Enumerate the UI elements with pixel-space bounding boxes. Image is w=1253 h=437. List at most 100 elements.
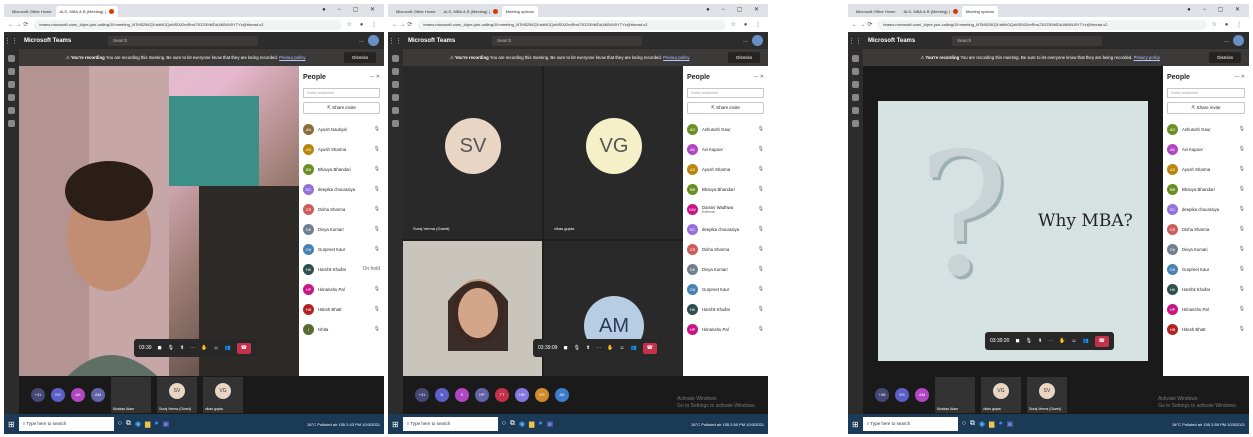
strip-avatar[interactable]: KS bbox=[535, 388, 549, 402]
address-bar[interactable]: teams.microsoft.com/_#/pre-join-calling/… bbox=[417, 19, 726, 30]
leave-button[interactable]: ☎ bbox=[236, 342, 251, 354]
participant-row[interactable]: DC deepika chourasiya 🎙 bbox=[1167, 199, 1245, 219]
search-input[interactable]: Search bbox=[952, 35, 1102, 46]
participant-row[interactable]: BB Bhavya Bhandari 🎙 bbox=[1167, 179, 1245, 199]
browser-tab-active[interactable]: ALS- MBA & B (Meeting) | bbox=[55, 6, 118, 17]
participant-row[interactable]: GK Gurpreet Kaur 🎙 bbox=[303, 239, 380, 259]
close-icon[interactable]: — ✕ bbox=[753, 74, 764, 80]
dismiss-button[interactable]: Dismiss bbox=[728, 52, 760, 63]
participant-row[interactable]: AS Ayush Sharma 🎙 bbox=[303, 139, 380, 159]
reactions-icon[interactable]: ☺ bbox=[619, 345, 624, 351]
strip-thumbnail[interactable]: SV Suraj Verma (Guest) bbox=[1027, 377, 1067, 413]
strip-thumbnail[interactable]: Muskan Alam bbox=[935, 377, 975, 413]
participant-row[interactable]: HP Himanshu Pal 🎙 bbox=[687, 319, 764, 339]
calendar-icon[interactable] bbox=[8, 94, 15, 101]
leave-button[interactable]: ☎ bbox=[1094, 335, 1109, 347]
close-icon[interactable]: — ✕ bbox=[1234, 74, 1245, 80]
participant-row[interactable]: DK Divya Kumari 🎙 bbox=[687, 259, 764, 279]
system-tray[interactable]: 34°C Polluted air 155 2:55 PM 10/3/2021 bbox=[1172, 422, 1249, 427]
taskbar-search[interactable]: ⌕ Type here to search bbox=[862, 417, 958, 431]
share-invite-button[interactable]: ⇱ Share invite bbox=[303, 102, 380, 114]
raise-hand-icon[interactable]: ✋ bbox=[1059, 338, 1065, 344]
calls-icon[interactable] bbox=[852, 107, 859, 114]
participant-row[interactable]: AK Avi Kapoor 🎙 bbox=[1167, 139, 1245, 159]
browser-tab-active[interactable]: Meeting options bbox=[961, 6, 998, 17]
nav-arrows-icon[interactable]: ← → ⟳ bbox=[8, 21, 28, 28]
calls-icon[interactable] bbox=[8, 107, 15, 114]
taskbar-apps[interactable]: ○ ⧉ ◉ ▆ ● ▣ bbox=[502, 420, 554, 428]
strip-avatar[interactable]: S bbox=[455, 388, 469, 402]
strip-avatar[interactable]: TT bbox=[495, 388, 509, 402]
participant-row[interactable]: HK Harshit Khullar 🎙 bbox=[1167, 279, 1245, 299]
windows-start-icon[interactable]: ⊞ bbox=[392, 420, 399, 429]
taskbar-search[interactable]: ⌕ Type here to search bbox=[402, 417, 498, 431]
mic-icon[interactable]: 🎙 bbox=[1026, 338, 1032, 344]
activity-icon[interactable] bbox=[852, 55, 859, 62]
participant-row[interactable]: DS Disha Sharma 🎙 bbox=[1167, 219, 1245, 239]
search-input[interactable]: Search bbox=[108, 35, 258, 46]
participant-row[interactable]: DW Damini Wadhwa External 🎙 bbox=[687, 199, 764, 219]
more-icon[interactable]: ⋯ bbox=[190, 345, 195, 351]
app-launcher-icon[interactable]: ⋮⋮ bbox=[4, 37, 18, 45]
mic-icon[interactable]: 🎙 bbox=[168, 345, 174, 351]
window-controls[interactable]: ● − ▢ ✕ bbox=[706, 6, 764, 13]
address-bar[interactable]: teams.microsoft.com/_#/pre-join-calling/… bbox=[877, 19, 1207, 30]
toolbar-icons[interactable]: ☆ ● ⋮ bbox=[347, 21, 380, 28]
invite-input[interactable]: Invite someone bbox=[1167, 88, 1245, 98]
participant-row[interactable]: I Ishita 🎙 bbox=[303, 319, 380, 339]
camera-icon[interactable]: ◼ bbox=[563, 345, 567, 351]
participant-row[interactable]: AS Ayush Sharma 🎙 bbox=[1167, 159, 1245, 179]
teams-icon[interactable] bbox=[852, 81, 859, 88]
strip-avatar[interactable]: AM bbox=[91, 388, 105, 402]
strip-avatar[interactable]: +41 bbox=[415, 388, 429, 402]
taskbar-apps[interactable]: ○ ⧉ ◉ ▆ ● ▣ bbox=[962, 420, 1014, 428]
files-icon[interactable] bbox=[392, 120, 399, 127]
browser-tab[interactable]: Microsoft Office Home bbox=[8, 6, 56, 17]
participant-row[interactable]: DC deepika chourasiya 🎙 bbox=[687, 219, 764, 239]
system-tray[interactable]: 34°C Polluted air 155 2:50 PM 10/3/2021 bbox=[691, 422, 768, 427]
strip-thumbnail[interactable]: Muskan Alam bbox=[111, 377, 151, 413]
raise-hand-icon[interactable]: ✋ bbox=[201, 345, 207, 351]
privacy-link[interactable]: Privacy policy bbox=[663, 55, 689, 60]
participant-row[interactable]: DK Divya Kumari 🎙 bbox=[1167, 239, 1245, 259]
more-options-icon[interactable]: ... bbox=[359, 38, 364, 44]
chat-icon[interactable] bbox=[852, 68, 859, 75]
invite-input[interactable]: Invite someone bbox=[687, 88, 764, 98]
strip-thumbnail[interactable]: VG vikas gupta bbox=[981, 377, 1021, 413]
camera-icon[interactable]: ◼ bbox=[158, 345, 162, 351]
strip-avatar[interactable]: +38 bbox=[875, 388, 889, 402]
window-controls[interactable]: ● − ▢ ✕ bbox=[1187, 6, 1245, 13]
share-icon[interactable]: ⬆ bbox=[586, 345, 590, 351]
calls-icon[interactable] bbox=[392, 107, 399, 114]
participant-row[interactable]: HK Harshit Khullar On hold bbox=[303, 259, 380, 279]
toolbar-icons[interactable]: ☆ ● ⋮ bbox=[1212, 21, 1245, 28]
participants-icon[interactable]: 👥 bbox=[225, 345, 231, 351]
close-icon[interactable]: — ✕ bbox=[369, 74, 380, 80]
participant-row[interactable]: HP Himanshu Pal 🎙 bbox=[303, 279, 380, 299]
strip-avatar[interactable]: KS bbox=[51, 388, 65, 402]
participant-row[interactable]: DK Divya Kumari 🎙 bbox=[303, 219, 380, 239]
participant-row[interactable]: HB Hitesh Bhatt 🎙 bbox=[303, 299, 380, 319]
activity-icon[interactable] bbox=[8, 55, 15, 62]
taskbar-apps[interactable]: ○ ⧉ ◉ ▆ ● ▣ bbox=[118, 420, 170, 428]
strip-avatar[interactable]: AK bbox=[555, 388, 569, 402]
participants-icon[interactable]: 👥 bbox=[1083, 338, 1089, 344]
strip-avatar[interactable]: AK bbox=[71, 388, 85, 402]
files-icon[interactable] bbox=[852, 120, 859, 127]
participant-row[interactable]: AG Ashutosh Gaur 🎙 bbox=[687, 119, 764, 139]
participant-row[interactable]: DS Disha Sharma 🎙 bbox=[303, 199, 380, 219]
search-input[interactable]: Search bbox=[492, 35, 642, 46]
participant-row[interactable]: GK Gurpreet Kaur 🎙 bbox=[1167, 259, 1245, 279]
chat-icon[interactable] bbox=[392, 68, 399, 75]
share-icon[interactable]: ⬆ bbox=[1038, 338, 1042, 344]
camera-icon[interactable]: ◼ bbox=[1015, 338, 1019, 344]
participant-row[interactable]: HB Hitesh Bhatt 🎙 bbox=[1167, 319, 1245, 339]
activity-icon[interactable] bbox=[392, 55, 399, 62]
share-invite-button[interactable]: ⇱ Share invite bbox=[687, 102, 764, 114]
strip-avatar[interactable]: HB bbox=[515, 388, 529, 402]
share-invite-button[interactable]: ⇱ Share invite bbox=[1167, 102, 1245, 114]
strip-avatar[interactable]: +41 bbox=[31, 388, 45, 402]
files-icon[interactable] bbox=[8, 120, 15, 127]
app-launcher-icon[interactable]: ⋮⋮ bbox=[388, 37, 402, 45]
strip-thumbnail[interactable]: SV Suraj Verma (Guest) bbox=[157, 377, 197, 413]
